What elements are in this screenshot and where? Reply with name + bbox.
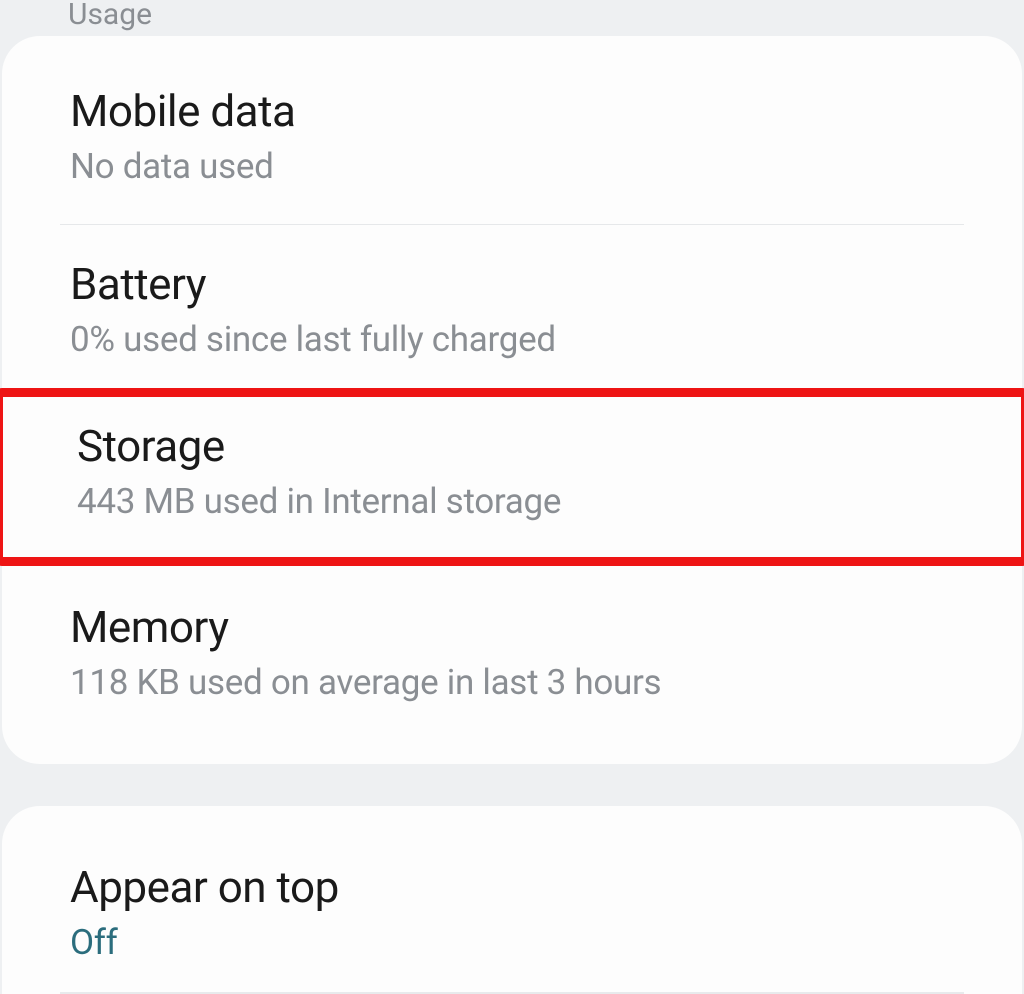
mobile-data-setting[interactable]: Mobile data No data used — [2, 42, 1022, 224]
mobile-data-subtitle: No data used — [70, 143, 954, 190]
battery-subtitle: 0% used since last fully charged — [70, 316, 954, 363]
usage-card: Mobile data No data used Battery 0% used… — [2, 36, 1022, 764]
appear-on-top-title: Appear on top — [70, 860, 954, 915]
storage-subtitle: 443 MB used in Internal storage — [77, 478, 947, 525]
battery-title: Battery — [70, 257, 954, 312]
permissions-card: Appear on top Off — [2, 806, 1022, 994]
memory-setting[interactable]: Memory 118 KB used on average in last 3 … — [2, 594, 1022, 736]
memory-title: Memory — [70, 600, 954, 655]
section-header-truncated: Usage — [0, 0, 1024, 36]
appear-on-top-setting[interactable]: Appear on top Off — [2, 818, 1022, 992]
battery-setting[interactable]: Battery 0% used since last fully charged — [2, 225, 1022, 375]
memory-subtitle: 118 KB used on average in last 3 hours — [70, 659, 954, 706]
mobile-data-title: Mobile data — [70, 84, 954, 139]
storage-title: Storage — [77, 419, 947, 474]
appear-on-top-subtitle: Off — [70, 919, 954, 966]
storage-highlight-annotation: Storage 443 MB used in Internal storage — [0, 388, 1024, 566]
storage-setting[interactable]: Storage 443 MB used in Internal storage — [77, 419, 947, 525]
